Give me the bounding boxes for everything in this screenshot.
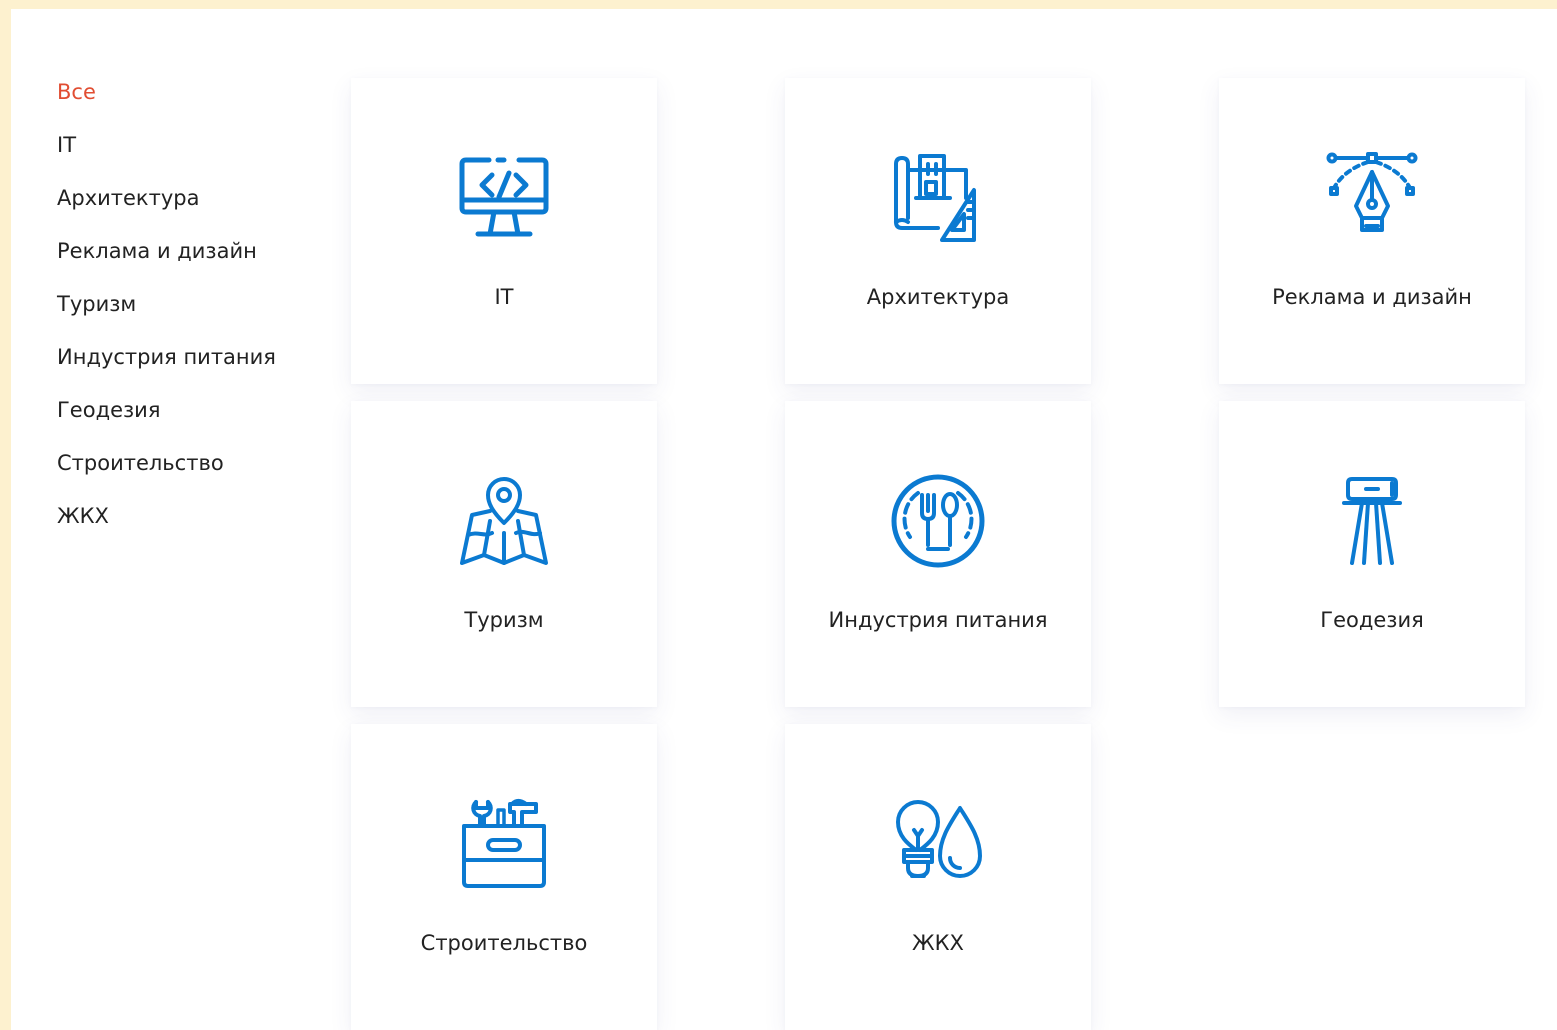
filter-item-architecture[interactable]: Архитектура bbox=[57, 178, 276, 231]
category-filter-list: Все IT Архитектура Реклама и дизайн Тури… bbox=[57, 72, 276, 549]
card-label: Реклама и дизайн bbox=[1272, 285, 1472, 309]
card-label: Строительство bbox=[420, 931, 588, 955]
category-card-it[interactable]: IT bbox=[351, 78, 657, 384]
card-label: ЖКХ bbox=[912, 931, 964, 955]
category-card-geodesy[interactable]: Геодезия bbox=[1219, 401, 1525, 707]
category-card-construction[interactable]: Строительство bbox=[351, 724, 657, 1030]
lightbulb-water-drop-icon bbox=[888, 794, 988, 894]
pen-tool-bezier-icon bbox=[1322, 148, 1422, 248]
filter-item-it[interactable]: IT bbox=[57, 125, 276, 178]
toolbox-icon bbox=[454, 794, 554, 894]
category-card-advertising-design[interactable]: Реклама и дизайн bbox=[1219, 78, 1525, 384]
surveyor-tripod-icon bbox=[1322, 471, 1422, 571]
card-label: IT bbox=[494, 285, 514, 309]
card-label: Архитектура bbox=[866, 285, 1010, 309]
code-monitor-icon bbox=[454, 148, 554, 248]
category-card-architecture[interactable]: Архитектура bbox=[785, 78, 1091, 384]
category-cards-grid: IT Архитектура Реклама и дизайн Туризм И… bbox=[351, 78, 1526, 1030]
card-label: Индустрия питания bbox=[828, 608, 1048, 632]
category-card-food-industry[interactable]: Индустрия питания bbox=[785, 401, 1091, 707]
filter-item-advertising-design[interactable]: Реклама и дизайн bbox=[57, 231, 276, 284]
card-label: Геодезия bbox=[1320, 608, 1424, 632]
plate-fork-spoon-icon bbox=[888, 471, 988, 571]
filter-item-all[interactable]: Все bbox=[57, 72, 276, 125]
filter-item-geodesy[interactable]: Геодезия bbox=[57, 390, 276, 443]
filter-item-tourism[interactable]: Туризм bbox=[57, 284, 276, 337]
filter-item-housing-utilities[interactable]: ЖКХ bbox=[57, 496, 276, 549]
architecture-blueprint-icon bbox=[888, 148, 988, 248]
page-frame: Все IT Архитектура Реклама и дизайн Тури… bbox=[0, 0, 1557, 1030]
category-card-housing-utilities[interactable]: ЖКХ bbox=[785, 724, 1091, 1030]
card-label: Туризм bbox=[464, 608, 544, 632]
map-location-pin-icon bbox=[454, 471, 554, 571]
filter-item-food-industry[interactable]: Индустрия питания bbox=[57, 337, 276, 390]
category-card-tourism[interactable]: Туризм bbox=[351, 401, 657, 707]
filter-item-construction[interactable]: Строительство bbox=[57, 443, 276, 496]
